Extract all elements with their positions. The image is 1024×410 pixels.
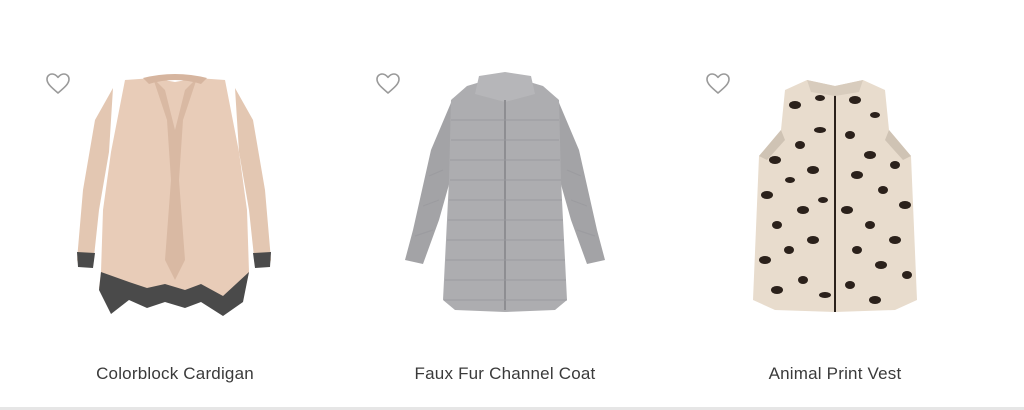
- favorite-button-cardigan[interactable]: [45, 72, 71, 96]
- product-card-colorblock-cardigan[interactable]: Colorblock Cardigan: [25, 60, 325, 400]
- product-image-vest[interactable]: [685, 60, 985, 330]
- product-name[interactable]: Colorblock Cardigan: [25, 364, 325, 384]
- product-image-coat[interactable]: [355, 60, 655, 330]
- product-image-cardigan[interactable]: [25, 60, 325, 330]
- product-grid: Colorblock Cardigan Faux Fur Channel Coa…: [0, 0, 1024, 407]
- heart-outline-icon: [705, 72, 731, 96]
- favorite-button-coat[interactable]: [375, 72, 401, 96]
- heart-outline-icon: [375, 72, 401, 96]
- product-listing-page: Colorblock Cardigan Faux Fur Channel Coa…: [0, 0, 1024, 410]
- product-name[interactable]: Faux Fur Channel Coat: [355, 364, 655, 384]
- product-card-faux-fur-coat[interactable]: Faux Fur Channel Coat: [355, 60, 655, 400]
- product-name[interactable]: Animal Print Vest: [685, 364, 985, 384]
- heart-outline-icon: [45, 72, 71, 96]
- favorite-button-vest[interactable]: [705, 72, 731, 96]
- product-card-animal-print-vest[interactable]: Animal Print Vest: [685, 60, 985, 400]
